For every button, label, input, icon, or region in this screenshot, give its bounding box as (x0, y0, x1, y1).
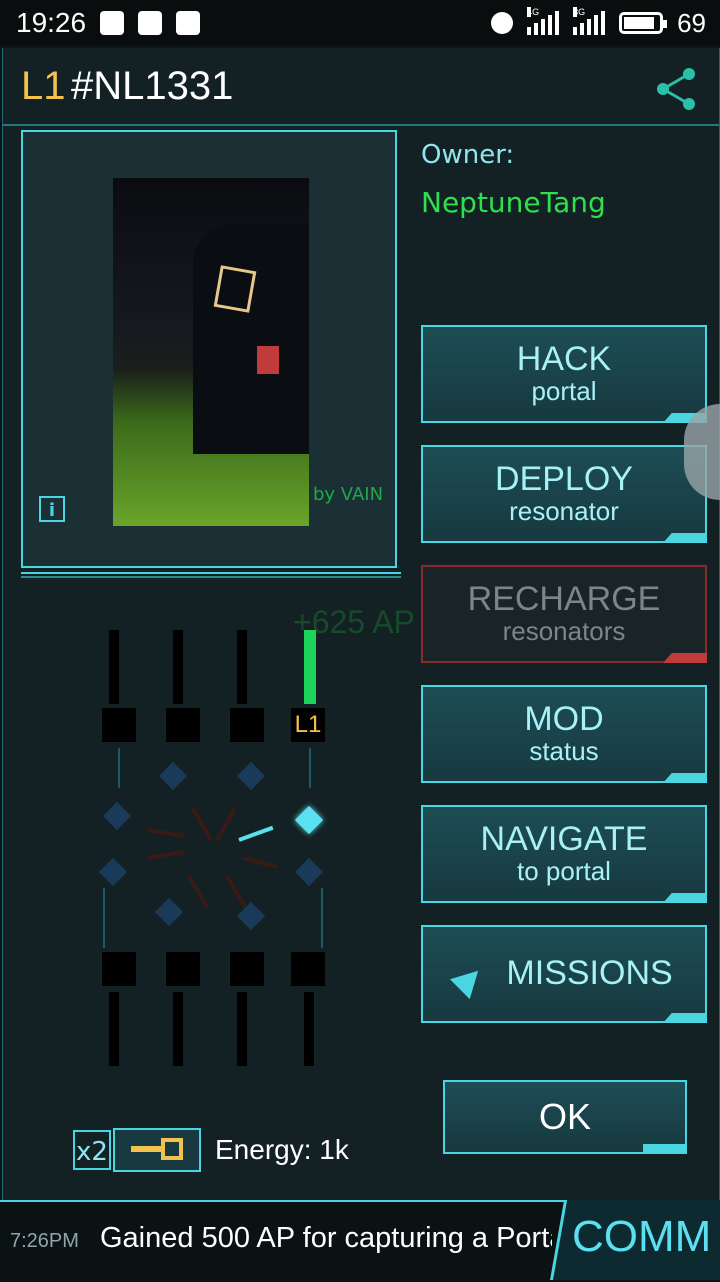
resonator-slot[interactable] (291, 952, 325, 986)
sync-icon (491, 12, 514, 34)
comm-label[interactable]: COMM (572, 1212, 711, 1262)
link-spoke (242, 856, 279, 870)
resonator-position-marker (98, 857, 128, 887)
link-spoke (191, 807, 213, 841)
resonator-slot-bar (109, 630, 119, 704)
owner-label: Owner: (421, 140, 515, 170)
header-divider (3, 124, 719, 126)
resonator-slot[interactable] (102, 708, 136, 742)
deploy-resonator-button[interactable]: DEPLOY resonator (421, 445, 707, 543)
resonator-slot-bar (173, 630, 183, 704)
portal-level: L1 (21, 64, 66, 108)
signal-4g-icon: 4G (527, 7, 560, 35)
signal-3g-icon: 3G (573, 7, 606, 35)
resonator-slot-bar (173, 992, 183, 1066)
link-spoke (187, 875, 209, 909)
portal-panel: L1 #NL1331 by VAIN i Owner: NeptuneTang … (2, 48, 720, 1200)
photo-taillight (257, 346, 279, 374)
portal-photo-frame[interactable]: by VAIN i (21, 130, 397, 568)
owner-name[interactable]: NeptuneTang (421, 186, 606, 219)
link-spoke (147, 849, 184, 860)
photo-credit: by VAIN (313, 484, 384, 505)
key-count: x2 (73, 1130, 111, 1170)
resonator-guide-line (309, 748, 311, 788)
status-time: 19:26 (16, 7, 87, 38)
resonator-guide-line (118, 748, 120, 788)
portal-photo[interactable] (113, 178, 309, 526)
resonator-guide-line (321, 888, 323, 948)
telegram-icon (100, 11, 125, 35)
key-icon-head (161, 1138, 183, 1160)
resonator-level-badge[interactable]: L1 (291, 708, 325, 742)
notification-icon (138, 11, 163, 35)
key-icon (131, 1146, 161, 1152)
resonator-position-marker (294, 857, 324, 887)
mod-status-button[interactable]: MOD status (421, 685, 707, 783)
energy-level: Energy: 1k (215, 1134, 349, 1165)
ok-button[interactable]: OK (443, 1080, 687, 1154)
resonator-slot-bar (304, 992, 314, 1066)
battery-level: 69 (677, 7, 706, 38)
resonator-slot[interactable] (230, 708, 264, 742)
share-icon[interactable] (653, 66, 699, 112)
resonator-slot-bar (237, 630, 247, 704)
resonator-slot[interactable] (166, 952, 200, 986)
link-spoke (225, 875, 247, 909)
portal-header: L1 #NL1331 (3, 48, 719, 126)
comm-message[interactable]: Gained 500 AP for capturing a Portal (100, 1222, 552, 1255)
missions-button[interactable]: MISSIONS (421, 925, 707, 1023)
battery-icon (619, 12, 668, 34)
link-spoke (147, 828, 184, 839)
resonator-slot-bar (237, 992, 247, 1066)
resonator-slot[interactable] (102, 952, 136, 986)
photo-divider (21, 572, 401, 578)
resonator-slot[interactable] (230, 952, 264, 986)
resonator-position-marker (102, 801, 132, 831)
image-icon (176, 11, 201, 35)
resonator-position-marker-active (294, 805, 324, 835)
photo-van (193, 224, 309, 454)
resonator-position-marker (236, 761, 266, 791)
hack-portal-button[interactable]: HACK portal (421, 325, 707, 423)
photo-logo (213, 265, 257, 313)
status-bar: 19:26 4G 3G 69 (0, 0, 720, 46)
info-icon[interactable]: i (39, 496, 65, 522)
resonator-position-marker (158, 761, 188, 791)
portal-key-button[interactable] (113, 1128, 201, 1172)
navigate-to-portal-button[interactable]: NAVIGATE to portal (421, 805, 707, 903)
resonator-slot-bar (109, 992, 119, 1066)
link-spoke (215, 807, 237, 841)
resonator-position-marker (154, 897, 184, 927)
portal-name: #NL1331 (71, 64, 234, 108)
resonator-energy-bar (304, 630, 316, 704)
resonator-slot[interactable] (166, 708, 200, 742)
comm-timestamp: 7:26PM (10, 1230, 79, 1252)
navigation-arrow-icon (450, 960, 489, 999)
resonator-guide-line (103, 888, 105, 948)
link-spoke-active (238, 825, 274, 842)
recharge-resonators-button[interactable]: RECHARGE resonators (421, 565, 707, 663)
